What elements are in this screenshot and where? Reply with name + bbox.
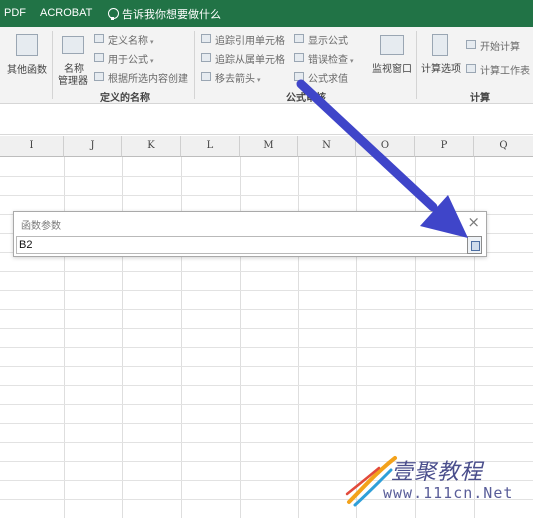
- calculator-icon: [432, 34, 448, 56]
- tab-acrobat[interactable]: ACROBAT: [40, 7, 92, 19]
- formula-auditing-group-label: 公式审核: [286, 93, 326, 104]
- row-gridline: [0, 290, 533, 291]
- remove-arrows-icon: [201, 72, 211, 81]
- watch-window-button[interactable]: 监视窗口: [372, 60, 412, 75]
- argument-reference-input[interactable]: B2: [16, 236, 482, 254]
- use-in-formula-button[interactable]: 用于公式 ▾: [108, 51, 154, 66]
- column-header-i[interactable]: I: [0, 136, 64, 157]
- calculation-group-label: 计算: [470, 93, 490, 104]
- column-header-n[interactable]: N: [298, 136, 356, 157]
- calculate-now-button[interactable]: 开始计算: [480, 38, 520, 53]
- row-gridline: [0, 366, 533, 367]
- lightbulb-icon: [108, 8, 119, 20]
- column-header-m[interactable]: M: [240, 136, 298, 157]
- more-functions-button[interactable]: 其他函数: [7, 61, 47, 76]
- column-header-l[interactable]: L: [181, 136, 240, 157]
- create-from-selection-button[interactable]: 根据所选内容创建: [108, 70, 188, 85]
- show-formulas-icon: [294, 34, 304, 43]
- calculate-now-icon: [466, 40, 476, 49]
- watermark-url: www.111cn.Net: [383, 484, 514, 502]
- use-in-formula-icon: [94, 53, 104, 62]
- remove-arrows-button[interactable]: 移去箭头 ▾: [215, 70, 261, 85]
- tell-me-search[interactable]: 告诉我你想要做什么: [108, 6, 221, 22]
- trace-precedents-button[interactable]: 追踪引用单元格: [215, 32, 285, 47]
- watch-window-icon: [380, 35, 404, 55]
- column-header-o[interactable]: O: [356, 136, 415, 157]
- watermark-logo: 壹聚教程 www.111cn.Net: [345, 450, 525, 512]
- trace-dependents-icon: [201, 53, 211, 62]
- row-gridline: [0, 404, 533, 405]
- column-header-j[interactable]: J: [64, 136, 122, 157]
- error-checking-icon: [294, 53, 304, 62]
- row-gridline: [0, 309, 533, 310]
- error-checking-button[interactable]: 错误检查 ▾: [308, 51, 354, 66]
- ribbon: 其他函数 名称 管理器 定义名称 ▾ 用于公式 ▾ 根据所选内容创建 定义的名称 追…: [0, 27, 533, 104]
- more-functions-icon: [16, 34, 38, 56]
- ribbon-separator: [416, 31, 417, 99]
- create-from-selection-icon: [94, 72, 104, 81]
- column-header-q[interactable]: Q: [474, 136, 533, 157]
- calculate-sheet-button[interactable]: 计算工作表: [480, 62, 530, 77]
- row-gridline: [0, 195, 533, 196]
- trace-dependents-button[interactable]: 追踪从属单元格: [215, 51, 285, 66]
- define-name-button[interactable]: 定义名称 ▾: [108, 32, 154, 47]
- name-manager-icon: [62, 36, 84, 54]
- column-header-p[interactable]: P: [415, 136, 474, 157]
- row-gridline: [0, 176, 533, 177]
- ribbon-tab-strip: PDF ACROBAT 告诉我你想要做什么: [0, 0, 533, 27]
- close-icon[interactable]: ×: [467, 213, 480, 231]
- watermark-brand: 壹聚教程: [391, 460, 484, 485]
- row-gridline: [0, 423, 533, 424]
- expand-dialog-icon[interactable]: [467, 236, 482, 254]
- formula-bar[interactable]: [0, 105, 533, 135]
- define-name-icon: [94, 34, 104, 43]
- evaluate-formula-icon: [294, 72, 304, 81]
- dialog-title: 函数参数: [21, 221, 61, 232]
- show-formulas-button[interactable]: 显示公式: [308, 32, 348, 47]
- row-gridline: [0, 442, 533, 443]
- tab-pdf[interactable]: PDF: [4, 7, 26, 19]
- defined-names-group-label: 定义的名称: [100, 93, 150, 104]
- row-gridline: [0, 347, 533, 348]
- trace-precedents-icon: [201, 34, 211, 43]
- ribbon-separator: [52, 31, 53, 99]
- row-gridline: [0, 271, 533, 272]
- calculation-options-button[interactable]: 计算选项: [421, 60, 461, 75]
- ribbon-separator: [194, 31, 195, 99]
- column-header-k[interactable]: K: [122, 136, 181, 157]
- name-manager-line2[interactable]: 管理器: [58, 72, 88, 87]
- row-gridline: [0, 385, 533, 386]
- calculate-sheet-icon: [466, 64, 476, 73]
- row-gridline: [0, 328, 533, 329]
- tell-me-text: 告诉我你想要做什么: [122, 8, 221, 21]
- function-arguments-dialog: 函数参数 × B2: [13, 211, 487, 257]
- evaluate-formula-button[interactable]: 公式求值: [308, 70, 348, 85]
